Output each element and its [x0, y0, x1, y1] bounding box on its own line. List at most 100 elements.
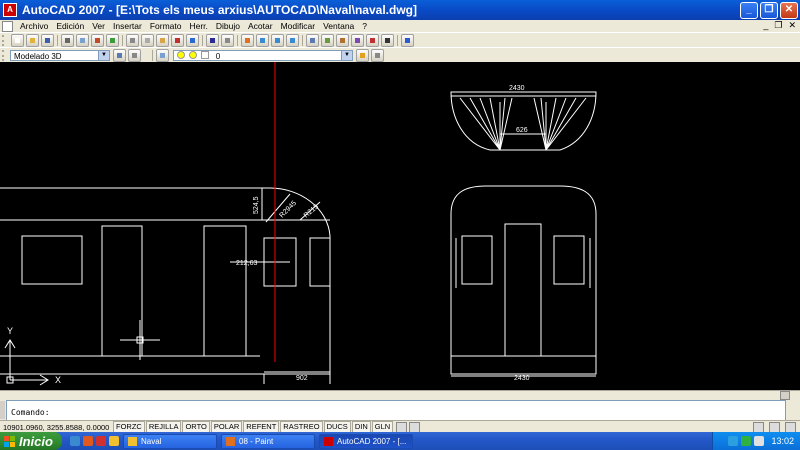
front-door	[504, 223, 542, 356]
menu-ayuda[interactable]: ?	[358, 21, 371, 31]
save-icon[interactable]	[41, 33, 54, 47]
zoom-previous-icon[interactable]	[286, 33, 299, 47]
taskbar-button-paint[interactable]: 08 - Paint	[221, 433, 315, 449]
folder-icon[interactable]	[109, 436, 119, 446]
publish-icon[interactable]	[91, 33, 104, 47]
print-icon[interactable]	[61, 33, 74, 47]
block-editor-icon[interactable]	[186, 33, 199, 47]
copy-icon[interactable]	[141, 33, 154, 47]
dim-top-inner: 626	[516, 127, 528, 134]
front-window-right	[553, 235, 585, 285]
lightbulb-icon	[177, 51, 185, 59]
command-window[interactable]: Comando:	[6, 400, 786, 421]
model-space-icon[interactable]	[396, 421, 408, 433]
layer-manager-icon[interactable]	[156, 49, 169, 62]
sun-icon	[189, 51, 198, 59]
properties-icon[interactable]	[306, 33, 319, 47]
sheet-set-icon[interactable]	[351, 33, 364, 47]
dim-side-height: 524,5	[253, 196, 260, 214]
minimize-button[interactable]: _	[740, 2, 758, 19]
side-window-3	[309, 237, 331, 287]
autocad-icon	[324, 436, 333, 446]
new-icon[interactable]	[11, 33, 24, 47]
color-swatch-icon	[201, 51, 210, 59]
design-center-icon[interactable]	[321, 33, 334, 47]
menu-ver[interactable]: Ver	[88, 21, 109, 31]
match-properties-icon[interactable]	[171, 33, 184, 47]
doc-restore-button[interactable]: ❐	[774, 20, 782, 31]
desktop-icon[interactable]	[70, 436, 80, 446]
layer-select[interactable]: 0 ▼	[173, 50, 353, 61]
folder-icon	[128, 436, 137, 446]
autocad-icon[interactable]: A	[3, 3, 17, 17]
markup-icon[interactable]	[366, 33, 379, 47]
menu-dibujo[interactable]: Dibujo	[212, 21, 244, 31]
command-window-grip[interactable]	[0, 401, 5, 419]
menu-herramientas[interactable]: Herr.	[185, 21, 211, 31]
redo-icon[interactable]	[221, 33, 234, 47]
doc-minimize-button[interactable]: _	[763, 20, 768, 31]
taskbar: Inicio Naval 08 - Paint AutoCAD 2007 - […	[0, 432, 800, 450]
workspace-save-icon[interactable]	[128, 49, 141, 62]
dim-top-width: 2430	[509, 85, 525, 92]
front-window-left	[461, 235, 493, 285]
workspace-settings-icon[interactable]	[113, 49, 126, 62]
menu-acotar[interactable]: Acotar	[244, 21, 277, 31]
ucs-icon	[4, 339, 49, 386]
drawing-area[interactable]: 2430 626 524,5 R2945 R215 212,63 902 243…	[0, 62, 800, 390]
close-button[interactable]: ✕	[780, 2, 798, 19]
menu-bar: Archivo Edición Ver Insertar Formato Her…	[0, 20, 800, 32]
dim-radius-b: R215	[303, 203, 320, 219]
cad-drawing: 2430 626 524,5 R2945 R215 212,63 902 243…	[0, 62, 597, 386]
menu-insertar[interactable]: Insertar	[109, 21, 146, 31]
undo-icon[interactable]	[206, 33, 219, 47]
taskbar-button-autocad[interactable]: AutoCAD 2007 - [...	[319, 433, 413, 449]
chevron-down-icon: ▼	[341, 51, 352, 60]
title-bar: A AutoCAD 2007 - [E:\Tots els meus arxiu…	[0, 0, 800, 20]
chevron-down-icon: ▼	[98, 51, 109, 60]
volume-icon[interactable]	[754, 436, 765, 446]
menu-formato[interactable]: Formato	[146, 21, 186, 31]
dim-front-width: 2430	[514, 375, 530, 382]
browser-icon[interactable]	[83, 436, 93, 446]
cut-icon[interactable]	[126, 33, 139, 47]
3d-dwf-icon[interactable]	[106, 33, 119, 47]
layout-icon[interactable]	[409, 421, 421, 433]
toolbar-grip[interactable]	[2, 34, 7, 46]
layer-previous-icon[interactable]	[371, 49, 384, 62]
open-icon[interactable]	[26, 33, 39, 47]
taskbar-button-naval[interactable]: Naval	[123, 433, 217, 449]
start-button[interactable]: Inicio	[0, 432, 62, 450]
calculator-icon[interactable]	[381, 33, 394, 47]
menu-modificar[interactable]: Modificar	[277, 21, 319, 31]
paste-icon[interactable]	[156, 33, 169, 47]
pan-icon[interactable]	[241, 33, 254, 47]
zoom-window-icon[interactable]	[271, 33, 284, 47]
menu-edicion[interactable]: Edición	[52, 21, 88, 31]
dim-side-offset: 212,63	[236, 260, 258, 267]
menu-ventana[interactable]: Ventana	[319, 21, 358, 31]
workspace-select[interactable]: Modelado 3D ▼	[10, 50, 110, 61]
window-title: AutoCAD 2007 - [E:\Tots els meus arxius\…	[22, 3, 417, 17]
top-view-ribs-right	[533, 97, 587, 151]
clock: 13:02	[771, 436, 794, 446]
media-icon[interactable]	[96, 436, 106, 446]
zoom-realtime-icon[interactable]	[256, 33, 269, 47]
restore-button[interactable]: ❐	[760, 2, 778, 19]
plot-preview-icon[interactable]	[76, 33, 89, 47]
make-object-layer-current-icon[interactable]	[356, 49, 369, 62]
security-icon[interactable]	[741, 436, 752, 446]
menu-archivo[interactable]: Archivo	[16, 21, 52, 31]
windows-logo-icon	[4, 435, 15, 447]
tool-palettes-icon[interactable]	[336, 33, 349, 47]
coordinate-readout[interactable]: 10901.0960, 3255.8588, 0.0000	[0, 423, 113, 432]
doc-close-button[interactable]: ✕	[788, 20, 796, 31]
network-icon[interactable]	[728, 436, 739, 446]
scrollbar-thumb[interactable]	[780, 391, 790, 400]
toolbar-grip[interactable]	[2, 50, 7, 61]
paint-icon	[226, 436, 235, 446]
ucs-y-label: Y	[7, 326, 13, 336]
quick-launch	[70, 436, 119, 446]
help-icon[interactable]	[401, 33, 414, 47]
document-icon[interactable]	[2, 20, 13, 32]
